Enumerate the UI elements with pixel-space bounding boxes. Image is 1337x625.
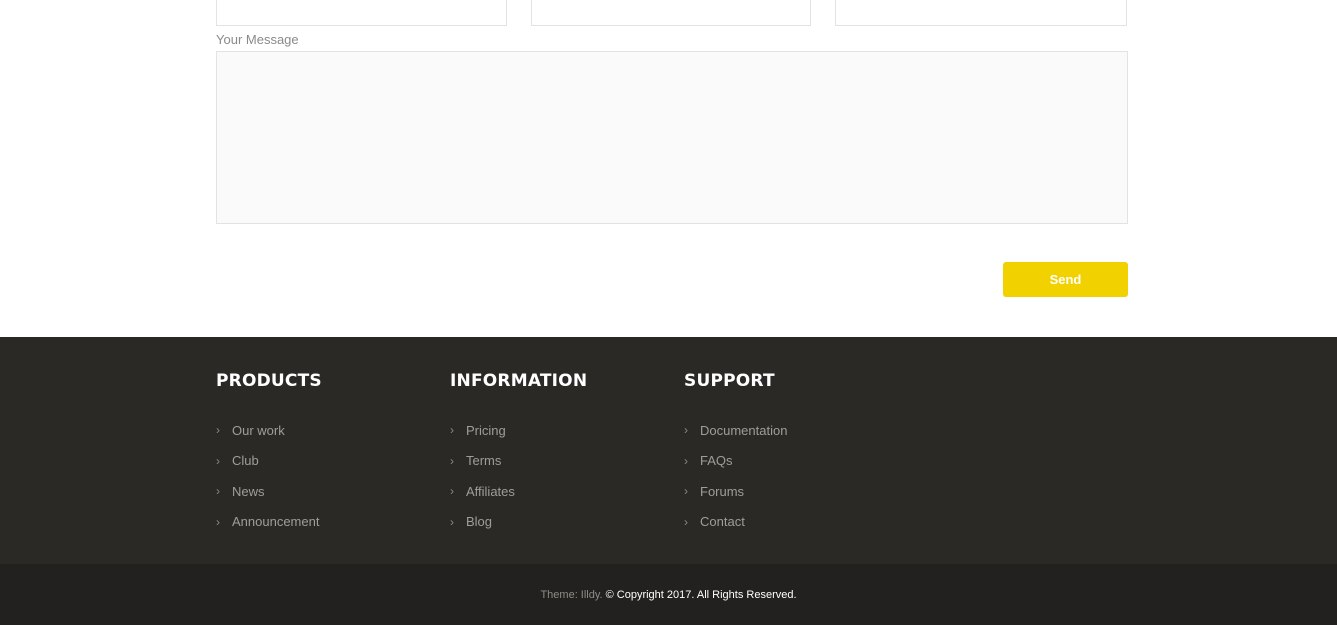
footer-link-pricing[interactable]: Pricing xyxy=(466,423,506,438)
footer-link-list: › Documentation › FAQs › Forums › Contact xyxy=(684,415,787,537)
chevron-right-icon: › xyxy=(450,423,454,438)
chevron-right-icon: › xyxy=(216,514,220,529)
chevron-right-icon: › xyxy=(450,514,454,529)
message-label: Your Message xyxy=(216,32,299,47)
chevron-right-icon: › xyxy=(684,514,688,529)
footer-link-item[interactable]: › Contact xyxy=(684,507,787,538)
footer-link-contact[interactable]: Contact xyxy=(700,514,745,529)
footer-link-item[interactable]: › Blog xyxy=(450,507,587,538)
footer-link-blog[interactable]: Blog xyxy=(466,514,492,529)
footer-link-item[interactable]: › Documentation xyxy=(684,415,787,446)
footer-link-list: › Our work › Club › News › Announcement xyxy=(216,415,322,537)
page: Your Message Send PRODUCTS › Our work › Cl… xyxy=(0,0,1337,625)
footer-link-item[interactable]: › Forums xyxy=(684,476,787,507)
footer-link-our-work[interactable]: Our work xyxy=(232,423,285,438)
subject-field[interactable] xyxy=(835,0,1127,26)
footer-column-products: PRODUCTS › Our work › Club › News › Announce… xyxy=(216,371,322,537)
send-button[interactable]: Send xyxy=(1003,262,1128,297)
footer-link-club[interactable]: Club xyxy=(232,453,259,468)
footer-link-item[interactable]: › Announcement xyxy=(216,507,322,538)
chevron-right-icon: › xyxy=(216,484,220,499)
contact-form: Your Message Send xyxy=(0,0,1337,337)
footer-link-terms[interactable]: Terms xyxy=(466,453,501,468)
chevron-right-icon: › xyxy=(216,423,220,438)
theme-credit-link[interactable]: Theme: Illdy. xyxy=(540,589,602,601)
footer-column-information: INFORMATION › Pricing › Terms › Affiliates … xyxy=(450,371,587,537)
chevron-right-icon: › xyxy=(216,453,220,468)
message-textarea[interactable] xyxy=(216,51,1128,224)
name-field[interactable] xyxy=(216,0,507,26)
footer-link-faqs[interactable]: FAQs xyxy=(700,453,733,468)
footer-column-title: PRODUCTS xyxy=(216,371,322,391)
footer-link-item[interactable]: › Club xyxy=(216,446,322,477)
footer-link-documentation[interactable]: Documentation xyxy=(700,423,787,438)
footer-link-item[interactable]: › Affiliates xyxy=(450,476,587,507)
footer-link-item[interactable]: › Terms xyxy=(450,446,587,477)
chevron-right-icon: › xyxy=(684,423,688,438)
footer-link-forums[interactable]: Forums xyxy=(700,484,744,499)
chevron-right-icon: › xyxy=(450,484,454,499)
footer-link-item[interactable]: › Pricing xyxy=(450,415,587,446)
footer-link-affiliates[interactable]: Affiliates xyxy=(466,484,515,499)
footer: PRODUCTS › Our work › Club › News › Announce… xyxy=(0,337,1337,564)
footer-column-support: SUPPORT › Documentation › FAQs › Forums › Co… xyxy=(684,371,787,537)
chevron-right-icon: › xyxy=(450,453,454,468)
footer-column-title: SUPPORT xyxy=(684,371,775,391)
footer-link-announcement[interactable]: Announcement xyxy=(232,514,319,529)
email-field[interactable] xyxy=(531,0,811,26)
footer-link-item[interactable]: › News xyxy=(216,476,322,507)
footer-link-item[interactable]: › FAQs xyxy=(684,446,787,477)
footer-link-item[interactable]: › Our work xyxy=(216,415,322,446)
footer-column-title: INFORMATION xyxy=(450,371,588,391)
footer-link-news[interactable]: News xyxy=(232,484,265,499)
copyright-text: © Copyright 2017. All Rights Reserved. xyxy=(605,588,797,601)
footer-link-list: › Pricing › Terms › Affiliates › Blog xyxy=(450,415,587,537)
chevron-right-icon: › xyxy=(684,484,688,499)
chevron-right-icon: › xyxy=(684,453,688,468)
copyright-bar: Theme: Illdy. © Copyright 2017. All Righ… xyxy=(0,564,1337,625)
